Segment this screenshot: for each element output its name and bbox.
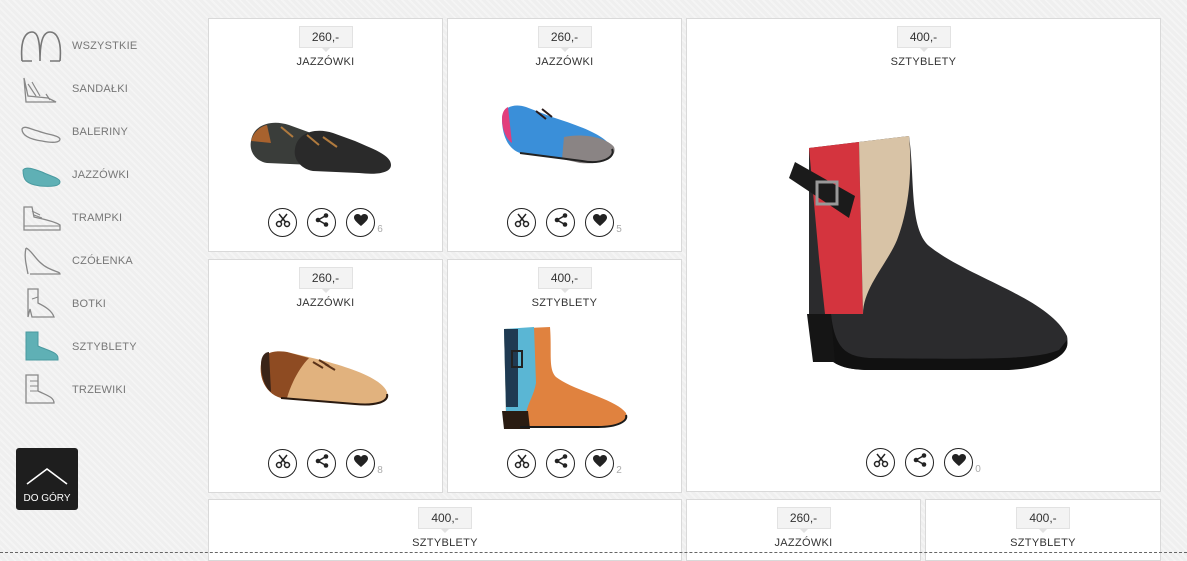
compare-button[interactable] (507, 208, 537, 237)
compare-button[interactable] (268, 208, 298, 237)
price-tag: 400,- (896, 26, 951, 52)
like-count: 0 (975, 464, 981, 475)
product-actions: 8 (268, 449, 383, 478)
category-chelsea-boots[interactable]: SZTYBLETY (18, 325, 178, 368)
back-to-top-button[interactable]: DO GÓRY (16, 448, 78, 510)
category-pumps[interactable]: CZÓŁENKA (18, 239, 178, 282)
product-name: SZTYBLETY (531, 297, 598, 309)
share-icon (553, 212, 569, 233)
chelsea-boot-icon (18, 329, 66, 365)
jazz-shoe-icon (18, 157, 66, 193)
share-icon (314, 212, 330, 233)
like-button[interactable] (944, 448, 974, 477)
category-label: WSZYSTKIE (72, 39, 138, 52)
like-button[interactable] (585, 208, 615, 237)
price-tag: 260,- (298, 267, 353, 293)
price-tag: 400,- (1016, 507, 1070, 533)
product-name: JAZZÓWKI (774, 537, 833, 549)
category-all[interactable]: WSZYSTKIE (18, 24, 178, 67)
product-image[interactable] (448, 309, 681, 449)
category-ballerinas[interactable]: BALERINY (18, 110, 178, 153)
product-actions: 6 (268, 208, 383, 237)
heart-icon (592, 213, 607, 232)
price-tag: 400,- (537, 267, 592, 293)
product-card[interactable]: 400,- SZTYBLETY 0 (686, 18, 1161, 492)
product-name: JAZZÓWKI (296, 297, 355, 309)
product-name: SZTYBLETY (412, 537, 478, 549)
compare-button[interactable] (507, 449, 537, 478)
share-button[interactable] (307, 449, 337, 478)
share-button[interactable] (905, 448, 935, 477)
compare-button[interactable] (866, 448, 896, 477)
pump-icon (18, 243, 66, 279)
product-image[interactable] (687, 68, 1160, 448)
like-button[interactable] (346, 208, 376, 237)
price-tag: 260,- (298, 26, 353, 52)
back-to-top-label: DO GÓRY (23, 493, 71, 504)
product-card[interactable]: 260,- JAZZÓWKI 5 (447, 18, 682, 252)
heart-icon (592, 454, 607, 473)
category-ankle-boots[interactable]: BOTKI (18, 282, 178, 325)
product-card[interactable]: 260,- JAZZÓWKI 6 (208, 18, 443, 252)
share-icon (912, 452, 928, 473)
product-actions: 2 (507, 449, 622, 478)
category-sneakers[interactable]: TRAMPKI (18, 196, 178, 239)
category-sandals[interactable]: SANDAŁKI (18, 67, 178, 110)
heart-icon (353, 213, 368, 232)
category-label: BALERINY (72, 125, 129, 138)
category-label: SZTYBLETY (72, 340, 137, 353)
scissors-icon (275, 453, 291, 474)
ankle-boot-icon (18, 286, 66, 322)
category-lace-boots[interactable]: TRZEWIKI (18, 368, 178, 411)
share-icon (553, 453, 569, 474)
product-actions: 0 (866, 448, 981, 477)
category-jazz-shoes[interactable]: JAZZÓWKI (18, 153, 178, 196)
category-label: BOTKI (72, 297, 107, 310)
lace-boot-icon (18, 372, 66, 408)
product-card[interactable]: 400,- SZTYBLETY 2 (447, 259, 682, 493)
product-image[interactable] (209, 309, 442, 449)
share-icon (314, 453, 330, 474)
like-count: 2 (616, 465, 622, 476)
product-actions: 5 (507, 208, 622, 237)
product-image[interactable] (448, 68, 681, 208)
ballerina-icon (18, 114, 66, 150)
price-tag: 260,- (537, 26, 592, 52)
product-name: SZTYBLETY (890, 56, 957, 68)
scissors-icon (514, 212, 530, 233)
price-tag: 260,- (776, 507, 831, 533)
scissors-icon (873, 452, 889, 473)
share-button[interactable] (546, 449, 576, 478)
heart-icon (353, 454, 368, 473)
category-label: TRAMPKI (72, 211, 123, 224)
like-count: 6 (377, 224, 383, 235)
product-name: JAZZÓWKI (296, 56, 355, 68)
scissors-icon (275, 212, 291, 233)
price-tag: 400,- (418, 507, 472, 533)
like-button[interactable] (585, 449, 615, 478)
sandal-icon (18, 71, 66, 107)
category-label: TRZEWIKI (72, 383, 127, 396)
category-label: SANDAŁKI (72, 82, 129, 95)
like-count: 5 (616, 224, 622, 235)
category-label: JAZZÓWKI (72, 168, 130, 181)
all-shoes-icon (18, 28, 66, 64)
page-fold-divider (0, 552, 1187, 553)
chevron-up-icon (25, 466, 69, 491)
product-card[interactable]: 260,- JAZZÓWKI 8 (208, 259, 443, 493)
heart-icon (951, 453, 966, 472)
share-button[interactable] (307, 208, 337, 237)
like-count: 8 (377, 465, 383, 476)
scissors-icon (514, 453, 530, 474)
product-name: JAZZÓWKI (535, 56, 594, 68)
compare-button[interactable] (268, 449, 298, 478)
category-sidebar: WSZYSTKIE SANDAŁKI BALERINY JAZZÓWKI TRA… (18, 24, 178, 411)
category-label: CZÓŁENKA (72, 254, 133, 267)
share-button[interactable] (546, 208, 576, 237)
sneaker-icon (18, 200, 66, 236)
product-image[interactable] (209, 68, 442, 208)
like-button[interactable] (346, 449, 376, 478)
product-name: SZTYBLETY (1010, 537, 1076, 549)
